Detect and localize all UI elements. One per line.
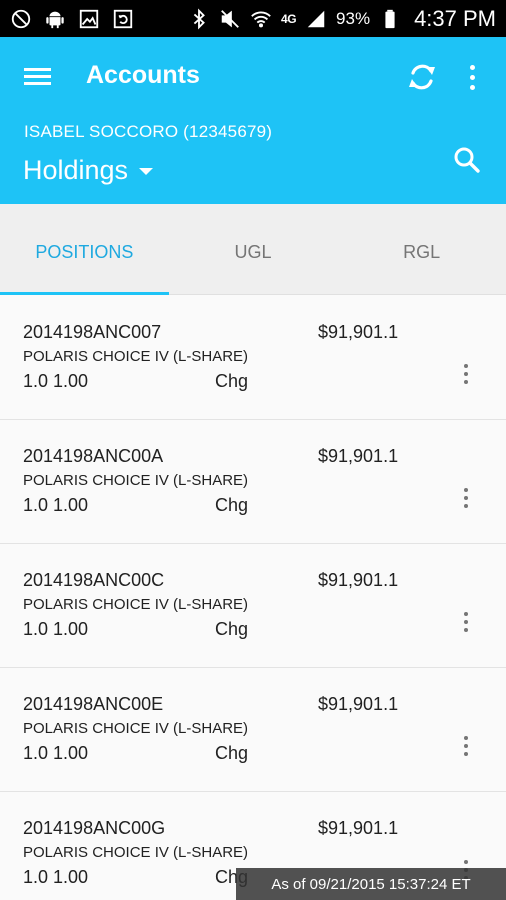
status-bar: 4G 93% 4:37 PM (0, 0, 506, 37)
more-vert-icon (464, 736, 468, 740)
hamburger-icon-line (24, 82, 51, 85)
list-item[interactable]: 2014198ANC00E $91,901.1 POLARIS CHOICE I… (0, 668, 506, 792)
app-screen: 4G 93% 4:37 PM Accounts ISABEL SOCCORO (… (0, 0, 506, 900)
account-name: ISABEL SOCCORO (12345679) (24, 122, 273, 141)
tab-rgl[interactable]: RGL (337, 204, 506, 294)
search-icon (454, 147, 480, 173)
position-quantity: 1.0 1.00 (23, 619, 89, 639)
position-change: Chg (215, 495, 249, 515)
row-more-button[interactable] (456, 730, 476, 762)
hamburger-icon-line (24, 75, 51, 78)
view-dropdown-label: Holdings (23, 155, 129, 185)
more-vert-icon-dot (464, 628, 468, 632)
position-symbol: 2014198ANC00G (23, 818, 166, 838)
position-quantity: 1.0 1.00 (23, 743, 89, 763)
position-change: Chg (215, 619, 249, 639)
more-vert-icon-dot (464, 620, 468, 624)
position-value: $91,901.1 (318, 570, 399, 590)
mute-icon (219, 8, 241, 30)
position-value: $91,901.1 (318, 322, 399, 342)
android-icon (44, 8, 66, 30)
app-bar: Accounts ISABEL SOCCORO (12345679) Holdi… (0, 37, 506, 204)
as-of-timestamp: As of 09/21/2015 15:37:24 ET (236, 868, 506, 900)
more-vert-icon-dot (464, 496, 468, 500)
position-value: $91,901.1 (318, 446, 399, 466)
position-quantity: 1.0 1.00 (23, 495, 89, 515)
tab-bar: POSITIONS UGL RGL (0, 204, 506, 295)
position-description: POLARIS CHOICE IV (L-SHARE) (23, 720, 249, 737)
menu-button[interactable] (24, 65, 54, 89)
clock: 4:37 PM (414, 5, 496, 31)
more-vert-icon (469, 64, 475, 70)
position-description: POLARIS CHOICE IV (L-SHARE) (23, 844, 249, 861)
more-vert-icon-dot (464, 752, 468, 756)
row-more-button[interactable] (456, 606, 476, 638)
more-vert-icon-dot (464, 504, 468, 508)
more-vert-icon (464, 488, 468, 492)
view-dropdown[interactable]: Holdings (23, 155, 154, 186)
tab-positions[interactable]: POSITIONS (0, 204, 169, 295)
battery-icon (379, 8, 401, 30)
more-vert-icon (464, 860, 468, 864)
position-description: POLARIS CHOICE IV (L-SHARE) (23, 596, 249, 613)
list-item[interactable]: 2014198ANC007 $91,901.1 POLARIS CHOICE I… (0, 296, 506, 420)
block-icon (10, 8, 32, 30)
more-vert-icon-dot (469, 84, 475, 90)
position-description: POLARIS CHOICE IV (L-SHARE) (23, 348, 249, 365)
caret-down-icon (139, 168, 154, 175)
battery-percent: 93% (336, 8, 371, 28)
image-icon (78, 8, 100, 30)
row-more-button[interactable] (456, 482, 476, 514)
more-vert-icon-dot (464, 380, 468, 384)
positions-list: 2014198ANC007 $91,901.1 POLARIS CHOICE I… (0, 296, 506, 900)
wifi-icon (250, 8, 272, 30)
position-symbol: 2014198ANC00A (23, 446, 164, 466)
position-description: POLARIS CHOICE IV (L-SHARE) (23, 472, 249, 489)
list-item[interactable]: 2014198ANC00C $91,901.1 POLARIS CHOICE I… (0, 544, 506, 668)
refresh-button[interactable] (404, 59, 440, 95)
more-vert-icon-dot (464, 372, 468, 376)
position-symbol: 2014198ANC00C (23, 570, 165, 590)
position-quantity: 1.0 1.00 (23, 867, 89, 887)
more-vert-icon (464, 612, 468, 616)
more-vert-icon-dot (464, 744, 468, 748)
position-quantity: 1.0 1.00 (23, 371, 89, 391)
hamburger-icon (24, 68, 51, 71)
search-button[interactable] (452, 145, 484, 177)
network-type: 4G (281, 11, 297, 26)
list-item[interactable]: 2014198ANC00A $91,901.1 POLARIS CHOICE I… (0, 420, 506, 544)
bluetooth-icon (188, 8, 210, 30)
page-title: Accounts (86, 61, 200, 89)
position-value: $91,901.1 (318, 818, 399, 838)
position-symbol: 2014198ANC00E (23, 694, 164, 714)
position-change: Chg (215, 371, 249, 391)
refresh-icon (409, 64, 435, 90)
position-change: Chg (215, 743, 249, 763)
position-symbol: 2014198ANC007 (23, 322, 162, 342)
more-vert-icon (464, 364, 468, 368)
row-more-button[interactable] (456, 358, 476, 390)
screenshot-icon (112, 8, 134, 30)
overflow-menu-button[interactable] (460, 59, 484, 95)
more-vert-icon-dot (469, 74, 475, 80)
tab-ugl[interactable]: UGL (169, 204, 338, 294)
signal-icon (305, 8, 327, 30)
position-value: $91,901.1 (318, 694, 399, 714)
